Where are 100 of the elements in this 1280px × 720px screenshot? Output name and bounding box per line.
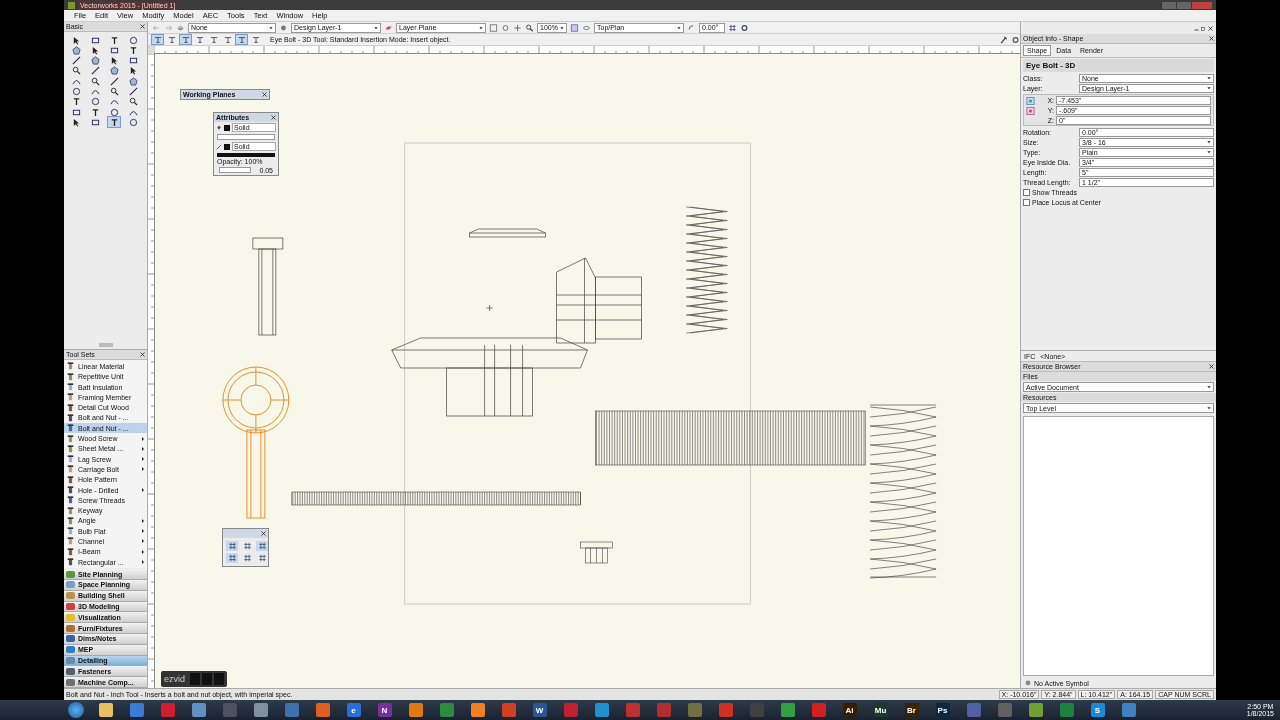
tool-button[interactable] <box>89 35 101 45</box>
magnifier-icon <box>71 66 81 76</box>
wrench-icon[interactable] <box>999 35 1008 44</box>
bolt-icon <box>66 362 75 371</box>
grid-icon[interactable] <box>728 23 737 32</box>
close-icon[interactable] <box>261 531 266 536</box>
tool-button[interactable] <box>127 35 139 45</box>
snap-icon[interactable] <box>257 542 267 550</box>
line-icon <box>71 56 81 66</box>
pen-swatch[interactable] <box>224 143 230 150</box>
tool-button[interactable] <box>108 76 120 87</box>
tool-button[interactable] <box>127 86 139 97</box>
bolt-side-drawing[interactable] <box>252 237 284 336</box>
circle-icon <box>109 107 119 117</box>
tool-button[interactable] <box>127 96 139 107</box>
text-icon <box>90 107 100 117</box>
tool-button[interactable] <box>127 117 139 128</box>
tool-button[interactable] <box>70 86 82 97</box>
tool-button[interactable] <box>89 117 101 128</box>
symbol-icon <box>1025 680 1031 686</box>
search-icon[interactable] <box>525 23 534 32</box>
bolt-icon <box>66 413 75 422</box>
resize-grip[interactable] <box>98 343 113 348</box>
close-icon[interactable] <box>1209 36 1214 41</box>
close-icon[interactable] <box>1209 364 1214 369</box>
layer-icon[interactable] <box>279 23 288 32</box>
start-button[interactable] <box>68 702 84 718</box>
spring-drawing[interactable] <box>686 206 728 334</box>
bolt-icon <box>66 403 75 412</box>
close-icon[interactable] <box>1208 25 1213 31</box>
bolt-icon <box>66 547 75 556</box>
caret-icon <box>1207 76 1211 80</box>
threaded-rod-drawing[interactable] <box>595 410 866 466</box>
snap-icon[interactable] <box>257 554 267 562</box>
fill-swatch[interactable] <box>224 124 230 131</box>
line-icon <box>90 66 100 76</box>
tool-button[interactable] <box>108 86 120 97</box>
tool-button[interactable] <box>127 55 139 66</box>
tool-button[interactable] <box>108 45 120 56</box>
caret-icon <box>1207 385 1211 389</box>
bolt-icon <box>66 516 75 525</box>
circle-icon <box>128 117 138 127</box>
line-icon <box>128 87 138 96</box>
magnifier-icon <box>90 76 100 86</box>
circle-icon <box>71 87 81 96</box>
caret-icon <box>1207 86 1211 90</box>
magnifier-icon <box>109 87 119 96</box>
magnifier-icon <box>128 97 138 107</box>
bolt-icon <box>66 486 75 494</box>
eye-icon[interactable] <box>582 23 591 32</box>
object-name: Eye Bolt - 3D <box>1023 59 1214 72</box>
snap-icon[interactable] <box>242 542 252 550</box>
line-icon <box>109 76 119 86</box>
pan-icon[interactable] <box>513 23 522 32</box>
tool-button[interactable] <box>89 65 101 76</box>
app-logo-icon <box>68 1 75 9</box>
bolt-icon <box>66 527 75 536</box>
bolt-icon <box>66 372 75 381</box>
snap-icon[interactable] <box>227 542 237 550</box>
nut-drawing[interactable] <box>580 541 613 564</box>
locus-icon[interactable] <box>1026 107 1035 115</box>
bolt-3d-drawing[interactable] <box>391 257 642 417</box>
snap-icon[interactable] <box>227 554 237 562</box>
view-cube-icon[interactable] <box>570 23 579 32</box>
layers-icon[interactable] <box>176 23 185 32</box>
close-icon[interactable] <box>140 352 145 358</box>
rod-drawing[interactable] <box>291 491 581 506</box>
line-weight-bar <box>219 167 252 173</box>
bolt-icon <box>66 475 75 484</box>
bolt-icon <box>66 455 75 464</box>
washer-drawing[interactable] <box>469 228 546 238</box>
bolt-icon <box>66 537 75 546</box>
bolt-icon <box>66 496 75 505</box>
restore-icon[interactable] <box>1201 25 1206 31</box>
text-icon <box>128 45 138 55</box>
tool-button[interactable] <box>89 96 101 107</box>
locus-icon[interactable] <box>1026 97 1035 105</box>
tool-button[interactable] <box>70 55 82 66</box>
text-icon <box>109 117 119 127</box>
close-icon[interactable] <box>271 115 276 120</box>
tool-button[interactable] <box>70 65 82 76</box>
pen-icon <box>216 143 222 150</box>
tool-button[interactable] <box>89 76 101 87</box>
text-icon <box>109 35 119 45</box>
tool-button[interactable] <box>108 107 120 118</box>
coil-spring-drawing[interactable] <box>869 404 937 579</box>
bolt-icon <box>66 393 75 402</box>
checkbox[interactable] <box>1023 188 1030 196</box>
caret-icon <box>1207 406 1211 410</box>
bolt-icon <box>66 434 75 443</box>
view-icon[interactable] <box>489 23 498 32</box>
snap-icon[interactable] <box>242 554 252 562</box>
tool-button[interactable] <box>70 107 82 118</box>
bolt-icon <box>66 558 75 567</box>
close-icon[interactable] <box>140 24 145 29</box>
checkbox[interactable] <box>1023 198 1030 206</box>
close-icon[interactable] <box>262 92 267 97</box>
tool-button[interactable] <box>108 117 120 128</box>
pen-color-bar <box>217 153 275 157</box>
rotation-icon[interactable] <box>687 23 696 32</box>
